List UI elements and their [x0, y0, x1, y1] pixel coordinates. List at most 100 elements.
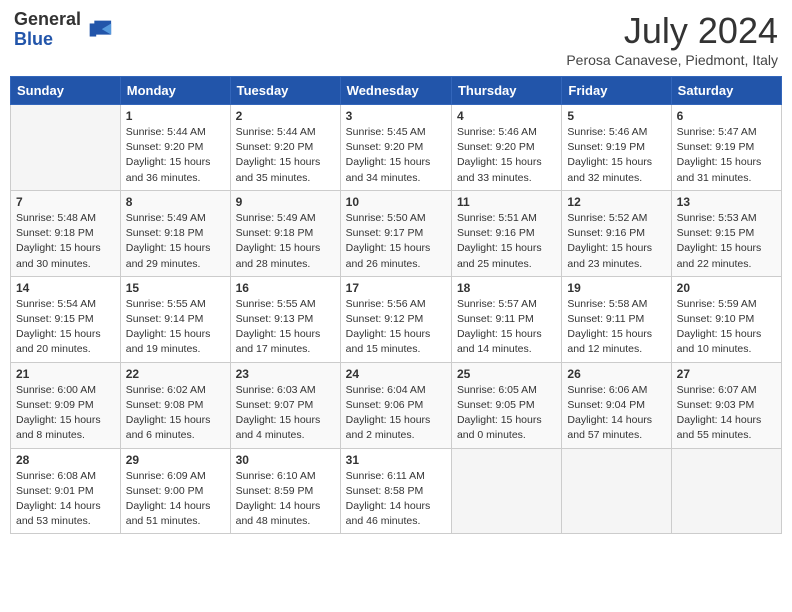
day-info: Sunrise: 5:46 AMSunset: 9:19 PMDaylight:… — [567, 125, 665, 186]
day-number: 14 — [16, 281, 115, 295]
day-info: Sunrise: 5:44 AMSunset: 9:20 PMDaylight:… — [126, 125, 225, 186]
calendar-cell: 19 Sunrise: 5:58 AMSunset: 9:11 PMDayligh… — [562, 276, 671, 362]
day-info: Sunrise: 5:48 AMSunset: 9:18 PMDaylight:… — [16, 211, 115, 272]
calendar-cell: 25Sunrise: 6:05 AMSunset: 9:05 PMDayligh… — [451, 362, 561, 448]
day-info: Sunrise: 5:55 AMSunset: 9:14 PMDaylight:… — [126, 297, 225, 358]
day-info: Sunrise: 5:46 AMSunset: 9:20 PMDaylight:… — [457, 125, 556, 186]
day-number: 6 — [677, 109, 776, 123]
calendar-week-row: 28Sunrise: 6:08 AMSunset: 9:01 PMDayligh… — [11, 448, 782, 534]
calendar-header-row: SundayMondayTuesdayWednesdayThursdayFrid… — [11, 77, 782, 105]
day-number: 2 — [236, 109, 335, 123]
day-info: Sunrise: 5:50 AMSunset: 9:17 PMDaylight:… — [346, 211, 446, 272]
calendar-cell: 30 Sunrise: 6:10 AMSunset: 8:59 PMDayligh… — [230, 448, 340, 534]
calendar-cell: 2 Sunrise: 5:44 AMSunset: 9:20 PMDaylight… — [230, 105, 340, 191]
calendar-week-row: 1 Sunrise: 5:44 AMSunset: 9:20 PMDaylight… — [11, 105, 782, 191]
calendar-cell: 10 Sunrise: 5:50 AMSunset: 9:17 PMDayligh… — [340, 190, 451, 276]
day-number: 20 — [677, 281, 776, 295]
day-info: Sunrise: 6:09 AMSunset: 9:00 PMDaylight:… — [126, 469, 225, 530]
column-header-sunday: Sunday — [11, 77, 121, 105]
month-year-title: July 2024 — [566, 10, 778, 52]
calendar-cell: 18 Sunrise: 5:57 AMSunset: 9:11 PMDayligh… — [451, 276, 561, 362]
logo: General Blue — [14, 10, 113, 50]
day-info: Sunrise: 6:07 AMSunset: 9:03 PMDaylight:… — [677, 383, 776, 444]
day-info: Sunrise: 6:03 AMSunset: 9:07 PMDaylight:… — [236, 383, 335, 444]
day-number: 3 — [346, 109, 446, 123]
day-number: 12 — [567, 195, 665, 209]
day-info: Sunrise: 5:58 AMSunset: 9:11 PMDaylight:… — [567, 297, 665, 358]
day-number: 24 — [346, 367, 446, 381]
day-info: Sunrise: 5:57 AMSunset: 9:11 PMDaylight:… — [457, 297, 556, 358]
calendar-cell: 22 Sunrise: 6:02 AMSunset: 9:08 PMDayligh… — [120, 362, 230, 448]
day-info: Sunrise: 6:00 AMSunset: 9:09 PMDaylight:… — [16, 383, 115, 444]
calendar-cell: 23 Sunrise: 6:03 AMSunset: 9:07 PMDayligh… — [230, 362, 340, 448]
column-header-thursday: Thursday — [451, 77, 561, 105]
day-number: 30 — [236, 453, 335, 467]
calendar-week-row: 7Sunrise: 5:48 AMSunset: 9:18 PMDaylight… — [11, 190, 782, 276]
day-info: Sunrise: 6:11 AMSunset: 8:58 PMDaylight:… — [346, 469, 446, 530]
day-number: 23 — [236, 367, 335, 381]
day-number: 10 — [346, 195, 446, 209]
day-number: 8 — [126, 195, 225, 209]
day-number: 9 — [236, 195, 335, 209]
day-info: Sunrise: 5:47 AMSunset: 9:19 PMDaylight:… — [677, 125, 776, 186]
calendar-cell: 3 Sunrise: 5:45 AMSunset: 9:20 PMDaylight… — [340, 105, 451, 191]
page-header: General Blue July 2024 Perosa Canavese, … — [10, 10, 782, 68]
day-info: Sunrise: 6:06 AMSunset: 9:04 PMDaylight:… — [567, 383, 665, 444]
day-number: 18 — [457, 281, 556, 295]
calendar-cell: 31 Sunrise: 6:11 AMSunset: 8:58 PMDayligh… — [340, 448, 451, 534]
day-number: 31 — [346, 453, 446, 467]
logo-icon — [85, 16, 113, 44]
calendar-cell: 20 Sunrise: 5:59 AMSunset: 9:10 PMDayligh… — [671, 276, 781, 362]
logo-blue-text: Blue — [14, 30, 81, 50]
day-info: Sunrise: 5:59 AMSunset: 9:10 PMDaylight:… — [677, 297, 776, 358]
day-info: Sunrise: 6:02 AMSunset: 9:08 PMDaylight:… — [126, 383, 225, 444]
calendar-cell: 1 Sunrise: 5:44 AMSunset: 9:20 PMDaylight… — [120, 105, 230, 191]
calendar-cell: 6 Sunrise: 5:47 AMSunset: 9:19 PMDaylight… — [671, 105, 781, 191]
column-header-friday: Friday — [562, 77, 671, 105]
day-number: 4 — [457, 109, 556, 123]
day-number: 27 — [677, 367, 776, 381]
calendar-table: SundayMondayTuesdayWednesdayThursdayFrid… — [10, 76, 782, 534]
column-header-tuesday: Tuesday — [230, 77, 340, 105]
calendar-cell: 11 Sunrise: 5:51 AMSunset: 9:16 PMDayligh… — [451, 190, 561, 276]
day-info: Sunrise: 6:10 AMSunset: 8:59 PMDaylight:… — [236, 469, 335, 530]
day-number: 11 — [457, 195, 556, 209]
calendar-cell: 14 Sunrise: 5:54 AMSunset: 9:15 PMDayligh… — [11, 276, 121, 362]
calendar-cell: 27 Sunrise: 6:07 AMSunset: 9:03 PMDayligh… — [671, 362, 781, 448]
day-number: 17 — [346, 281, 446, 295]
day-number: 16 — [236, 281, 335, 295]
calendar-cell: 28Sunrise: 6:08 AMSunset: 9:01 PMDayligh… — [11, 448, 121, 534]
calendar-cell: 24 Sunrise: 6:04 AMSunset: 9:06 PMDayligh… — [340, 362, 451, 448]
calendar-week-row: 21 Sunrise: 6:00 AMSunset: 9:09 PMDayligh… — [11, 362, 782, 448]
day-number: 22 — [126, 367, 225, 381]
day-info: Sunrise: 6:04 AMSunset: 9:06 PMDaylight:… — [346, 383, 446, 444]
day-number: 21 — [16, 367, 115, 381]
calendar-cell — [451, 448, 561, 534]
day-number: 1 — [126, 109, 225, 123]
day-info: Sunrise: 5:44 AMSunset: 9:20 PMDaylight:… — [236, 125, 335, 186]
calendar-cell: 29Sunrise: 6:09 AMSunset: 9:00 PMDayligh… — [120, 448, 230, 534]
day-info: Sunrise: 5:55 AMSunset: 9:13 PMDaylight:… — [236, 297, 335, 358]
column-header-monday: Monday — [120, 77, 230, 105]
logo-general-text: General — [14, 10, 81, 30]
day-info: Sunrise: 5:52 AMSunset: 9:16 PMDaylight:… — [567, 211, 665, 272]
day-number: 19 — [567, 281, 665, 295]
column-header-saturday: Saturday — [671, 77, 781, 105]
day-info: Sunrise: 5:53 AMSunset: 9:15 PMDaylight:… — [677, 211, 776, 272]
day-info: Sunrise: 5:51 AMSunset: 9:16 PMDaylight:… — [457, 211, 556, 272]
day-info: Sunrise: 5:56 AMSunset: 9:12 PMDaylight:… — [346, 297, 446, 358]
calendar-cell: 7Sunrise: 5:48 AMSunset: 9:18 PMDaylight… — [11, 190, 121, 276]
calendar-cell: 8Sunrise: 5:49 AMSunset: 9:18 PMDaylight… — [120, 190, 230, 276]
day-info: Sunrise: 5:45 AMSunset: 9:20 PMDaylight:… — [346, 125, 446, 186]
calendar-cell: 16 Sunrise: 5:55 AMSunset: 9:13 PMDayligh… — [230, 276, 340, 362]
calendar-cell — [671, 448, 781, 534]
calendar-cell: 21 Sunrise: 6:00 AMSunset: 9:09 PMDayligh… — [11, 362, 121, 448]
day-number: 26 — [567, 367, 665, 381]
day-number: 5 — [567, 109, 665, 123]
calendar-cell: 12 Sunrise: 5:52 AMSunset: 9:16 PMDayligh… — [562, 190, 671, 276]
calendar-cell — [11, 105, 121, 191]
day-info: Sunrise: 5:54 AMSunset: 9:15 PMDaylight:… — [16, 297, 115, 358]
calendar-cell: 5 Sunrise: 5:46 AMSunset: 9:19 PMDaylight… — [562, 105, 671, 191]
day-number: 13 — [677, 195, 776, 209]
day-info: Sunrise: 5:49 AMSunset: 9:18 PMDaylight:… — [236, 211, 335, 272]
